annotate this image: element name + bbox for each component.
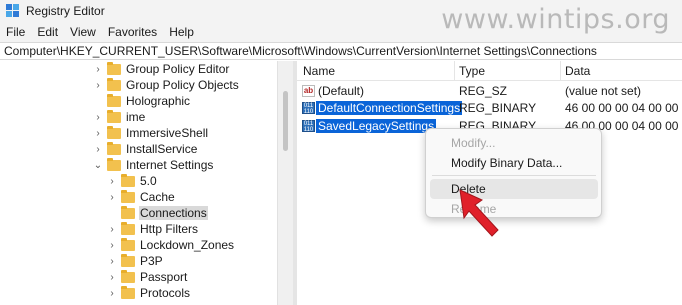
menu-item-delete[interactable]: Delete xyxy=(430,179,598,199)
tree-item-installservice[interactable]: › InstallService xyxy=(93,141,198,157)
chevron-right-icon[interactable]: › xyxy=(93,112,103,123)
string-value-icon: ab xyxy=(302,85,315,97)
folder-icon xyxy=(107,157,121,171)
chevron-right-icon[interactable]: › xyxy=(107,288,117,299)
folder-icon xyxy=(107,141,121,155)
menu-separator xyxy=(432,175,596,176)
tree-item-label: Internet Settings xyxy=(126,158,214,172)
folder-icon xyxy=(121,221,135,235)
chevron-right-icon[interactable]: › xyxy=(93,144,103,155)
value-name: DefaultConnectionSettings xyxy=(316,101,463,115)
tree-item-label: Connections xyxy=(139,206,208,220)
scrollbar-thumb[interactable] xyxy=(283,91,288,151)
tree-item-http-filters[interactable]: › Http Filters xyxy=(107,221,199,237)
menu-file[interactable]: File xyxy=(0,25,31,39)
menu-item-modify[interactable]: Modify... xyxy=(426,133,603,153)
tree-item-label: P3P xyxy=(140,254,163,268)
value-name: (Default) xyxy=(318,84,365,98)
chevron-right-icon[interactable]: › xyxy=(107,176,117,187)
chevron-right-icon[interactable]: › xyxy=(107,256,117,267)
registry-tree: › Group Policy Editor › Group Policy Obj… xyxy=(0,61,293,305)
value-row-default[interactable]: ab (Default) REG_SZ (value not set) xyxy=(297,83,682,99)
tree-item-label: Group Policy Objects xyxy=(126,78,239,92)
tree-item-group-policy-editor[interactable]: › Group Policy Editor xyxy=(93,61,230,77)
folder-icon xyxy=(121,189,135,203)
tree-scrollbar[interactable] xyxy=(277,61,293,305)
value-type: REG_BINARY xyxy=(459,101,537,115)
window-title: Registry Editor xyxy=(26,4,105,18)
tree-item-label: Http Filters xyxy=(140,222,199,236)
address-bar[interactable]: Computer\HKEY_CURRENT_USER\Software\Micr… xyxy=(0,42,682,60)
folder-open-icon xyxy=(121,205,135,219)
tree-item-group-policy-objects[interactable]: › Group Policy Objects xyxy=(93,77,240,93)
tree-item-label: Lockdown_Zones xyxy=(140,238,235,252)
red-pointer-arrow-icon xyxy=(459,189,499,237)
chevron-right-icon[interactable]: › xyxy=(107,272,117,283)
tree-item-connections[interactable]: Connections xyxy=(107,205,208,221)
column-divider[interactable] xyxy=(454,61,455,81)
tree-item-5-0[interactable]: › 5.0 xyxy=(107,173,158,189)
tree-item-protocols[interactable]: › Protocols xyxy=(107,285,191,301)
tree-item-holographic[interactable]: Holographic xyxy=(93,93,191,109)
folder-icon xyxy=(121,253,135,267)
tree-item-label: ime xyxy=(126,110,146,124)
tree-item-lockdown-zones[interactable]: › Lockdown_Zones xyxy=(107,237,235,253)
chevron-down-icon[interactable]: ⌄ xyxy=(93,160,103,171)
menu-item-rename[interactable]: Rename xyxy=(426,199,603,219)
tree-item-label: Holographic xyxy=(126,94,191,108)
folder-icon xyxy=(107,61,121,75)
registry-editor-icon xyxy=(6,4,20,18)
folder-icon xyxy=(121,173,135,187)
tree-item-internet-settings[interactable]: ⌄ Internet Settings xyxy=(93,157,214,173)
tree-item-p3p[interactable]: › P3P xyxy=(107,253,164,269)
context-menu: Modify... Modify Binary Data... Delete R… xyxy=(425,128,602,218)
binary-value-icon: 011 110 xyxy=(302,102,315,115)
tree-item-label: ImmersiveShell xyxy=(126,126,209,140)
menu-favorites[interactable]: Favorites xyxy=(102,25,163,39)
chevron-right-icon[interactable]: › xyxy=(107,224,117,235)
column-header-type[interactable]: Type xyxy=(459,64,485,78)
folder-icon xyxy=(107,125,121,139)
tree-item-label: Cache xyxy=(140,190,175,204)
chevron-right-icon[interactable]: › xyxy=(107,240,117,251)
folder-icon xyxy=(107,77,121,91)
column-header-name[interactable]: Name xyxy=(303,64,335,78)
value-type: REG_SZ xyxy=(459,84,508,98)
tree-item-label: InstallService xyxy=(126,142,198,156)
value-row-defaultconnectionsettings[interactable]: 011 110 DefaultConnectionSettings REG_BIN… xyxy=(297,100,682,116)
binary-value-icon: 011 110 xyxy=(302,120,315,133)
menu-edit[interactable]: Edit xyxy=(31,25,64,39)
value-name: SavedLegacySettings xyxy=(316,119,437,133)
tree-item-immersiveshell[interactable]: › ImmersiveShell xyxy=(93,125,209,141)
menu-item-modify-binary-data[interactable]: Modify Binary Data... xyxy=(426,153,603,173)
folder-icon xyxy=(121,269,135,283)
folder-icon xyxy=(107,109,121,123)
tree-item-label: Protocols xyxy=(140,286,191,300)
folder-icon xyxy=(121,285,135,299)
tree-item-passport[interactable]: › Passport xyxy=(107,269,188,285)
folder-icon xyxy=(107,93,121,107)
column-header-data[interactable]: Data xyxy=(565,64,590,78)
tree-item-label: Passport xyxy=(140,270,188,284)
value-data: 46 00 00 00 04 00 00 00 09 xyxy=(565,101,682,115)
menu-help[interactable]: Help xyxy=(163,25,200,39)
tree-item-ime[interactable]: › ime xyxy=(93,109,146,125)
tree-item-cache[interactable]: › Cache xyxy=(107,189,176,205)
watermark: www.wintips.org xyxy=(441,4,670,35)
chevron-right-icon[interactable]: › xyxy=(93,128,103,139)
column-divider[interactable] xyxy=(560,61,561,81)
chevron-right-icon[interactable]: › xyxy=(107,192,117,203)
chevron-right-icon[interactable]: › xyxy=(93,64,103,75)
folder-icon xyxy=(121,237,135,251)
tree-item-label: 5.0 xyxy=(140,174,157,188)
list-header: Name Type Data xyxy=(297,61,682,81)
tree-item-label: Group Policy Editor xyxy=(126,62,230,76)
value-data: (value not set) xyxy=(565,84,642,98)
menu-view[interactable]: View xyxy=(64,25,102,39)
chevron-right-icon[interactable]: › xyxy=(93,80,103,91)
